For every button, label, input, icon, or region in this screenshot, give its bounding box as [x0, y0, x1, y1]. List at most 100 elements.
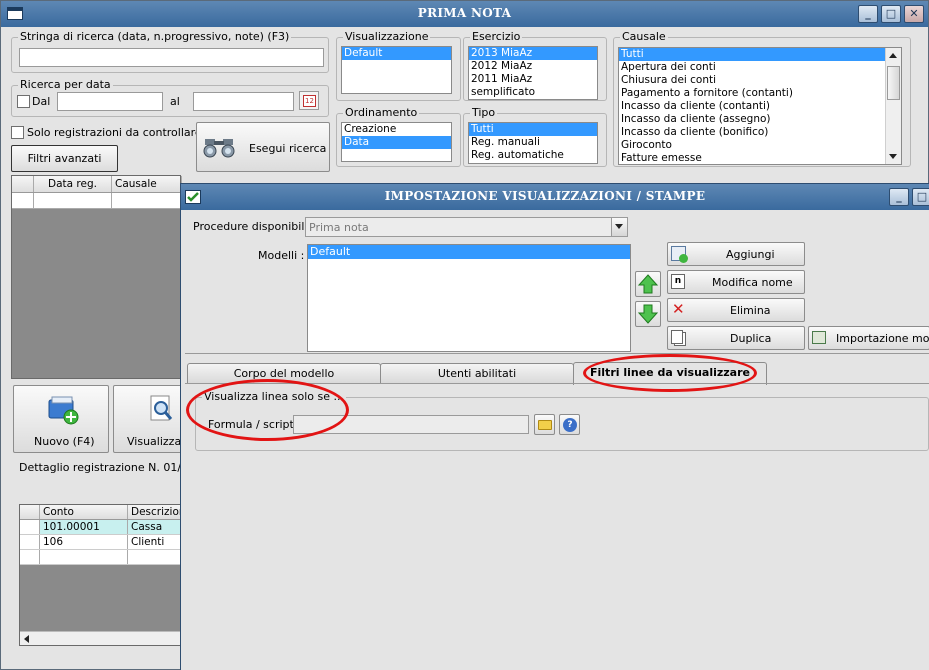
move-up-button[interactable]: [635, 271, 661, 297]
dialog-minimize-button[interactable]: _: [889, 188, 909, 206]
procedures-select[interactable]: Prima nota: [305, 217, 628, 237]
year-item[interactable]: 2011 MiaAz: [469, 73, 597, 86]
cause-item[interactable]: Pagamento a fornitore (contanti): [619, 87, 885, 100]
add-button[interactable]: Aggiungi: [667, 242, 805, 266]
detail-row[interactable]: 101.00001 Cassa: [20, 520, 188, 535]
cause-item[interactable]: Chiusura dei conti: [619, 74, 885, 87]
detail-row[interactable]: [20, 550, 188, 565]
model-item-default[interactable]: Default: [308, 245, 630, 259]
year-item[interactable]: semplificato: [469, 86, 597, 99]
date-search-label: Ricerca per data: [18, 78, 113, 91]
new-button[interactable]: Nuovo (F4): [13, 385, 109, 453]
date-to-field[interactable]: [193, 92, 294, 111]
maximize-button[interactable]: □: [881, 5, 901, 23]
year-item[interactable]: 2013 MiaAz: [469, 47, 597, 60]
view-group-label: Visualizzazione: [343, 30, 431, 43]
detail-col-conto[interactable]: Conto: [40, 505, 128, 519]
models-label: Modelli :: [258, 249, 305, 262]
type-item[interactable]: Reg. manuali: [469, 136, 597, 149]
detail-cell-descrizione[interactable]: Cassa: [128, 520, 188, 534]
only-to-check-checkbox[interactable]: [11, 126, 24, 139]
main-titlebar: PRIMA NOTA _ □ ✕: [1, 1, 928, 27]
detail-row-selector-header: [20, 505, 40, 519]
calendar-icon[interactable]: 12: [299, 91, 319, 110]
execute-search-label: Esegui ricerca: [249, 142, 327, 155]
settings-dialog: IMPOSTAZIONE VISUALIZZAZIONI / STAMPE _ …: [180, 183, 929, 670]
scroll-up-arrow-icon[interactable]: [889, 53, 897, 58]
detail-label: Dettaglio registrazione N. 01/01/2: [19, 461, 206, 474]
cause-item[interactable]: Tutti: [619, 48, 885, 61]
advanced-filters-label: Filtri avanzati: [27, 152, 102, 165]
delete-label: Elimina: [730, 304, 771, 317]
duplicate-button[interactable]: Duplica: [667, 326, 805, 350]
detail-row[interactable]: 106 Clienti: [20, 535, 188, 550]
import-label: Importazione mode: [836, 332, 929, 345]
order-item-creazione[interactable]: Creazione: [342, 123, 451, 136]
dialog-maximize-button[interactable]: □: [912, 188, 929, 206]
detail-row-selector: [20, 535, 40, 549]
detail-cell-conto[interactable]: 101.00001: [40, 520, 128, 534]
date-from-label: Dal: [32, 95, 51, 108]
dropdown-arrow-icon[interactable]: [611, 218, 627, 236]
detail-cell-conto[interactable]: [40, 550, 128, 564]
open-folder-button[interactable]: [534, 414, 555, 435]
search-input[interactable]: [19, 48, 324, 67]
help-button[interactable]: ?: [559, 414, 580, 435]
type-item[interactable]: Reg. automatiche: [469, 149, 597, 162]
arrow-up-icon: [637, 274, 659, 294]
delete-button[interactable]: ✕ Elimina: [667, 298, 805, 322]
move-down-button[interactable]: [635, 301, 661, 327]
cause-item[interactable]: Incasso da cliente (contanti): [619, 100, 885, 113]
execute-search-button[interactable]: Esegui ricerca: [196, 122, 330, 172]
dialog-title: IMPOSTAZIONE VISUALIZZAZIONI / STAMPE: [384, 189, 706, 203]
cause-item[interactable]: Fatture emesse: [619, 152, 885, 164]
view-item-default[interactable]: Default: [342, 47, 451, 60]
detail-hscrollbar[interactable]: [20, 631, 182, 645]
registrations-grid[interactable]: Data reg. Causale: [11, 175, 182, 379]
minimize-button[interactable]: _: [858, 5, 878, 23]
procedures-label: Procedure disponibili :: [193, 220, 315, 233]
grid-row-selector-header: [12, 176, 34, 192]
models-list[interactable]: Default: [307, 244, 631, 352]
view-list[interactable]: Default: [341, 46, 452, 94]
detail-col-descrizione[interactable]: Descrizione: [128, 505, 188, 519]
detail-cell-descrizione[interactable]: [128, 550, 188, 564]
new-document-icon: [48, 396, 79, 425]
advanced-filters-button[interactable]: Filtri avanzati: [11, 145, 118, 172]
view-button[interactable]: Visualizza (: [113, 385, 189, 453]
duplicate-label: Duplica: [730, 332, 772, 345]
import-models-button[interactable]: Importazione mode: [808, 326, 929, 350]
scroll-thumb[interactable]: [887, 66, 900, 100]
tab-model-body-label: Corpo del modello: [233, 367, 335, 380]
type-list[interactable]: Tutti Reg. manuali Reg. automatiche: [468, 122, 598, 164]
arrow-down-icon: [637, 304, 659, 324]
rename-button[interactable]: n Modifica nome: [667, 270, 805, 294]
scroll-down-arrow-icon[interactable]: [889, 154, 897, 159]
order-item-data[interactable]: Data: [342, 136, 451, 149]
type-item[interactable]: Tutti: [469, 123, 597, 136]
date-from-field[interactable]: [57, 92, 163, 111]
procedures-value: Prima nota: [309, 221, 369, 234]
scroll-left-arrow-icon[interactable]: [24, 635, 29, 643]
cause-scrollbar[interactable]: [885, 48, 901, 164]
add-model-icon: [671, 246, 688, 263]
tab-enabled-users[interactable]: Utenti abilitati: [380, 363, 574, 384]
cause-item[interactable]: Incasso da cliente (assegno): [619, 113, 885, 126]
grid-col-data-reg[interactable]: Data reg.: [34, 176, 112, 192]
cause-item[interactable]: Incasso da cliente (bonifico): [619, 126, 885, 139]
tab-enabled-users-label: Utenti abilitati: [437, 367, 517, 380]
detail-cell-conto[interactable]: 106: [40, 535, 128, 549]
date-from-checkbox[interactable]: [17, 95, 30, 108]
detail-grid[interactable]: Conto Descrizione 101.00001 Cassa 106 Cl…: [19, 504, 188, 646]
close-button[interactable]: ✕: [904, 5, 924, 23]
year-group-label: Esercizio: [470, 30, 523, 43]
order-list[interactable]: Creazione Data: [341, 122, 452, 162]
cause-item[interactable]: Giroconto: [619, 139, 885, 152]
cause-list[interactable]: Tutti Apertura dei conti Chiusura dei co…: [618, 47, 902, 165]
detail-cell-descrizione[interactable]: Clienti: [128, 535, 188, 549]
year-item[interactable]: 2012 MiaAz: [469, 60, 597, 73]
add-label: Aggiungi: [726, 248, 775, 261]
year-list[interactable]: 2013 MiaAz 2012 MiaAz 2011 MiaAz semplif…: [468, 46, 598, 100]
cause-item[interactable]: Apertura dei conti: [619, 61, 885, 74]
date-to-label: al: [170, 95, 180, 108]
